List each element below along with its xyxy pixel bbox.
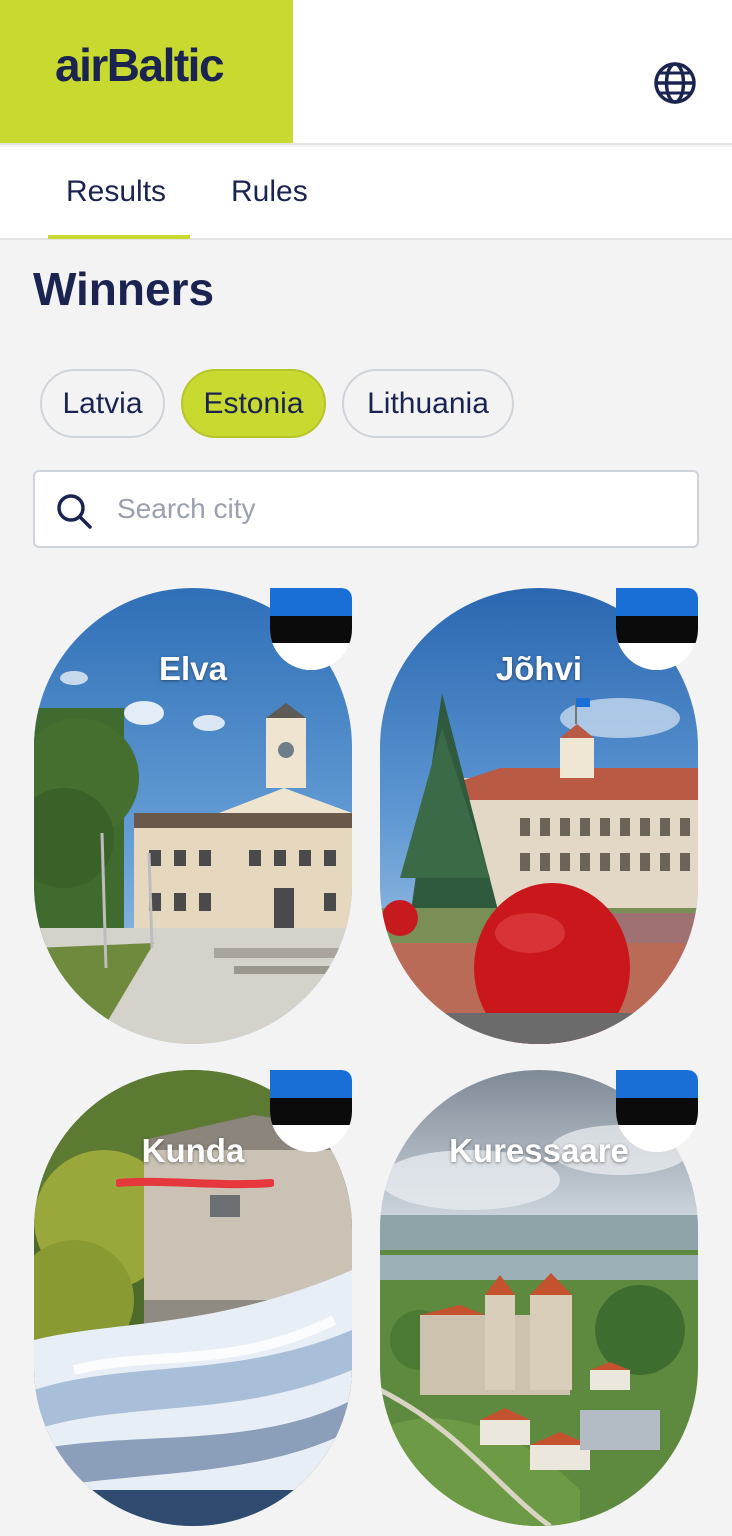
globe-icon[interactable] <box>653 61 697 105</box>
filter-chip-latvia[interactable]: Latvia <box>40 369 165 438</box>
city-card-elva[interactable]: Elva <box>34 588 352 1044</box>
tab-bar: Results Rules <box>0 147 732 240</box>
logo-panel[interactable]: airBaltic <box>0 0 293 143</box>
search-input[interactable] <box>117 486 677 532</box>
city-card-kuressaare[interactable]: Kuressaare <box>380 1070 698 1526</box>
city-card-kunda[interactable]: Kunda <box>34 1070 352 1526</box>
page-title: Winners <box>33 263 215 315</box>
tab-results[interactable]: Results <box>66 175 166 209</box>
estonia-flag-icon <box>270 588 352 670</box>
search-icon <box>57 494 92 529</box>
search-box <box>33 470 699 548</box>
red-underline-mark <box>116 1177 274 1189</box>
estonia-flag-icon <box>270 1070 352 1152</box>
tab-rules[interactable]: Rules <box>231 175 308 209</box>
filter-chip-estonia[interactable]: Estonia <box>181 369 326 438</box>
airbaltic-logo[interactable]: airBaltic <box>55 38 225 92</box>
filter-chip-lithuania[interactable]: Lithuania <box>342 369 514 438</box>
estonia-flag-icon <box>616 1070 698 1152</box>
active-tab-indicator <box>48 235 190 239</box>
city-card-johvi[interactable]: Jõhvi <box>380 588 698 1044</box>
estonia-flag-icon <box>616 588 698 670</box>
app-header: airBaltic <box>0 0 732 145</box>
